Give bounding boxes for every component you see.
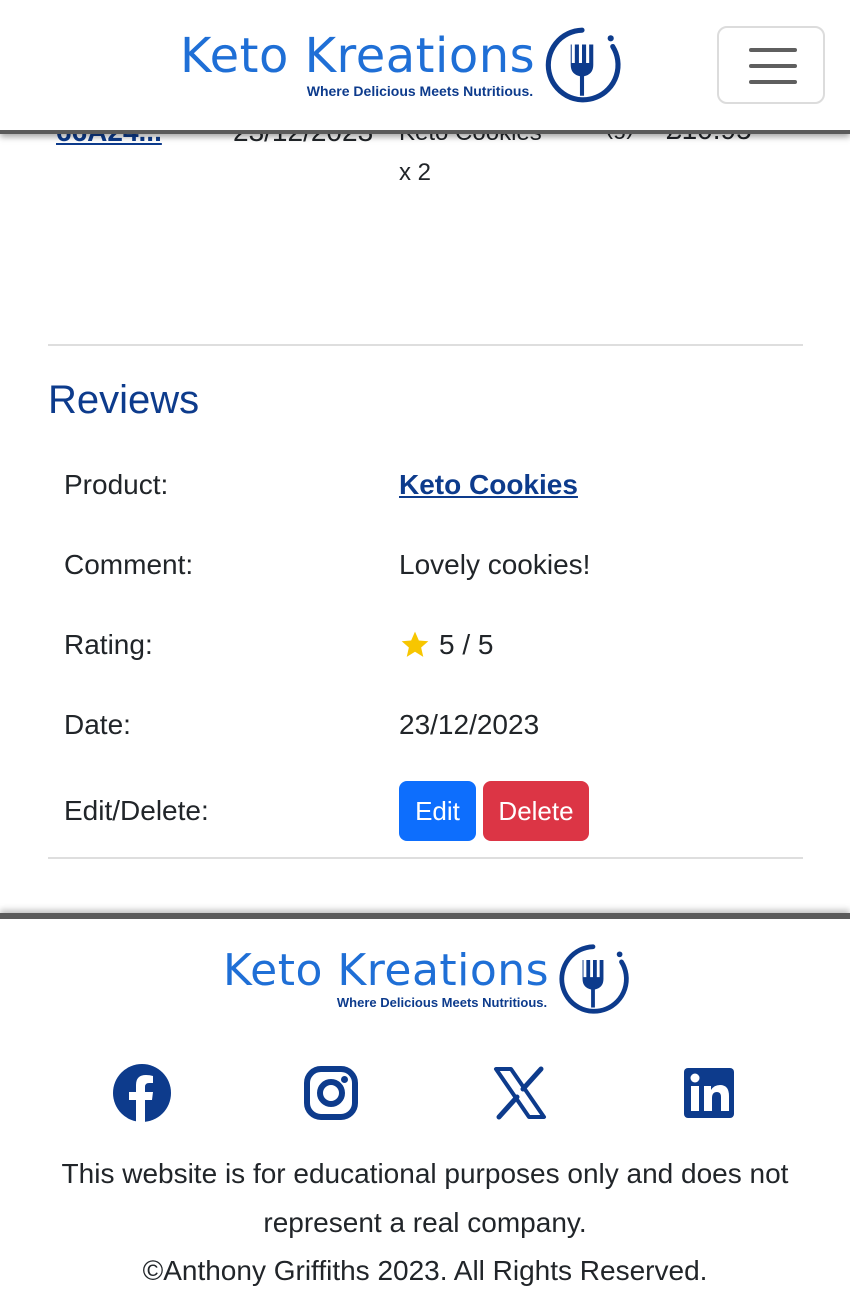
order-item-quantity: x 2 [399,159,432,186]
footer-disclaimer-line1: This website is for educational purposes… [61,1158,789,1189]
brand-name: Keto Kreations [180,28,536,84]
navbar-toggle-button[interactable] [717,26,825,104]
logo-text: Keto Kreations Where Delicious Meets Nut… [180,32,535,98]
star-icon [401,631,429,657]
footer-logo[interactable]: Keto Kreations Where Delicious Meets Nut… [223,941,631,1017]
review-date-value: 23/12/2023 [399,709,540,740]
footer-disclaimer-line2: represent a real company. [263,1207,587,1238]
x-icon [494,1066,546,1120]
fork-logo-icon [545,27,621,103]
site-header: Keto Kreations Where Delicious Meets Nut… [0,0,850,134]
footer-brand-name: Keto Kreations [223,945,550,996]
linkedin-icon [684,1068,734,1118]
rating-text: 5 / 5 [439,629,494,660]
site-footer: Keto Kreations Where Delicious Meets Nut… [0,913,850,1304]
fork-logo-icon [559,944,629,1014]
linkedin-link[interactable] [679,1063,739,1123]
review-actions-label: Edit/Delete: [64,795,209,826]
review-rating-value: 5 / 5 [399,629,493,661]
facebook-icon [113,1064,171,1122]
section-divider [48,344,803,346]
footer-brand-tagline: Where Delicious Meets Nutritious. [336,995,548,1010]
instagram-icon [304,1066,358,1120]
instagram-link[interactable] [301,1063,361,1123]
facebook-link[interactable] [112,1063,172,1123]
review-comment-label: Comment: [64,549,194,580]
review-product-label: Product: [64,469,169,500]
delete-review-button[interactable]: Delete [483,781,589,841]
hamburger-menu-icon [749,48,797,52]
review-rating-label: Rating: [64,629,153,660]
footer-logo-text: Keto Kreations Where Delicious Meets Nut… [223,945,550,1010]
review-comment-value: Lovely cookies! [399,549,591,580]
review-date-label: Date: [64,709,131,740]
table-bottom-border [48,857,803,859]
header-logo[interactable]: Keto Kreations Where Delicious Meets Nut… [180,24,623,106]
x-link[interactable] [490,1063,550,1123]
edit-review-button[interactable]: Edit [399,781,476,841]
reviews-heading: Reviews [48,378,200,422]
footer-copyright: ©Anthony Griffiths 2023. All Rights Rese… [142,1255,708,1286]
review-product-link[interactable]: Keto Cookies [399,469,578,501]
brand-tagline: Where Delicious Meets Nutritious. [306,83,534,99]
